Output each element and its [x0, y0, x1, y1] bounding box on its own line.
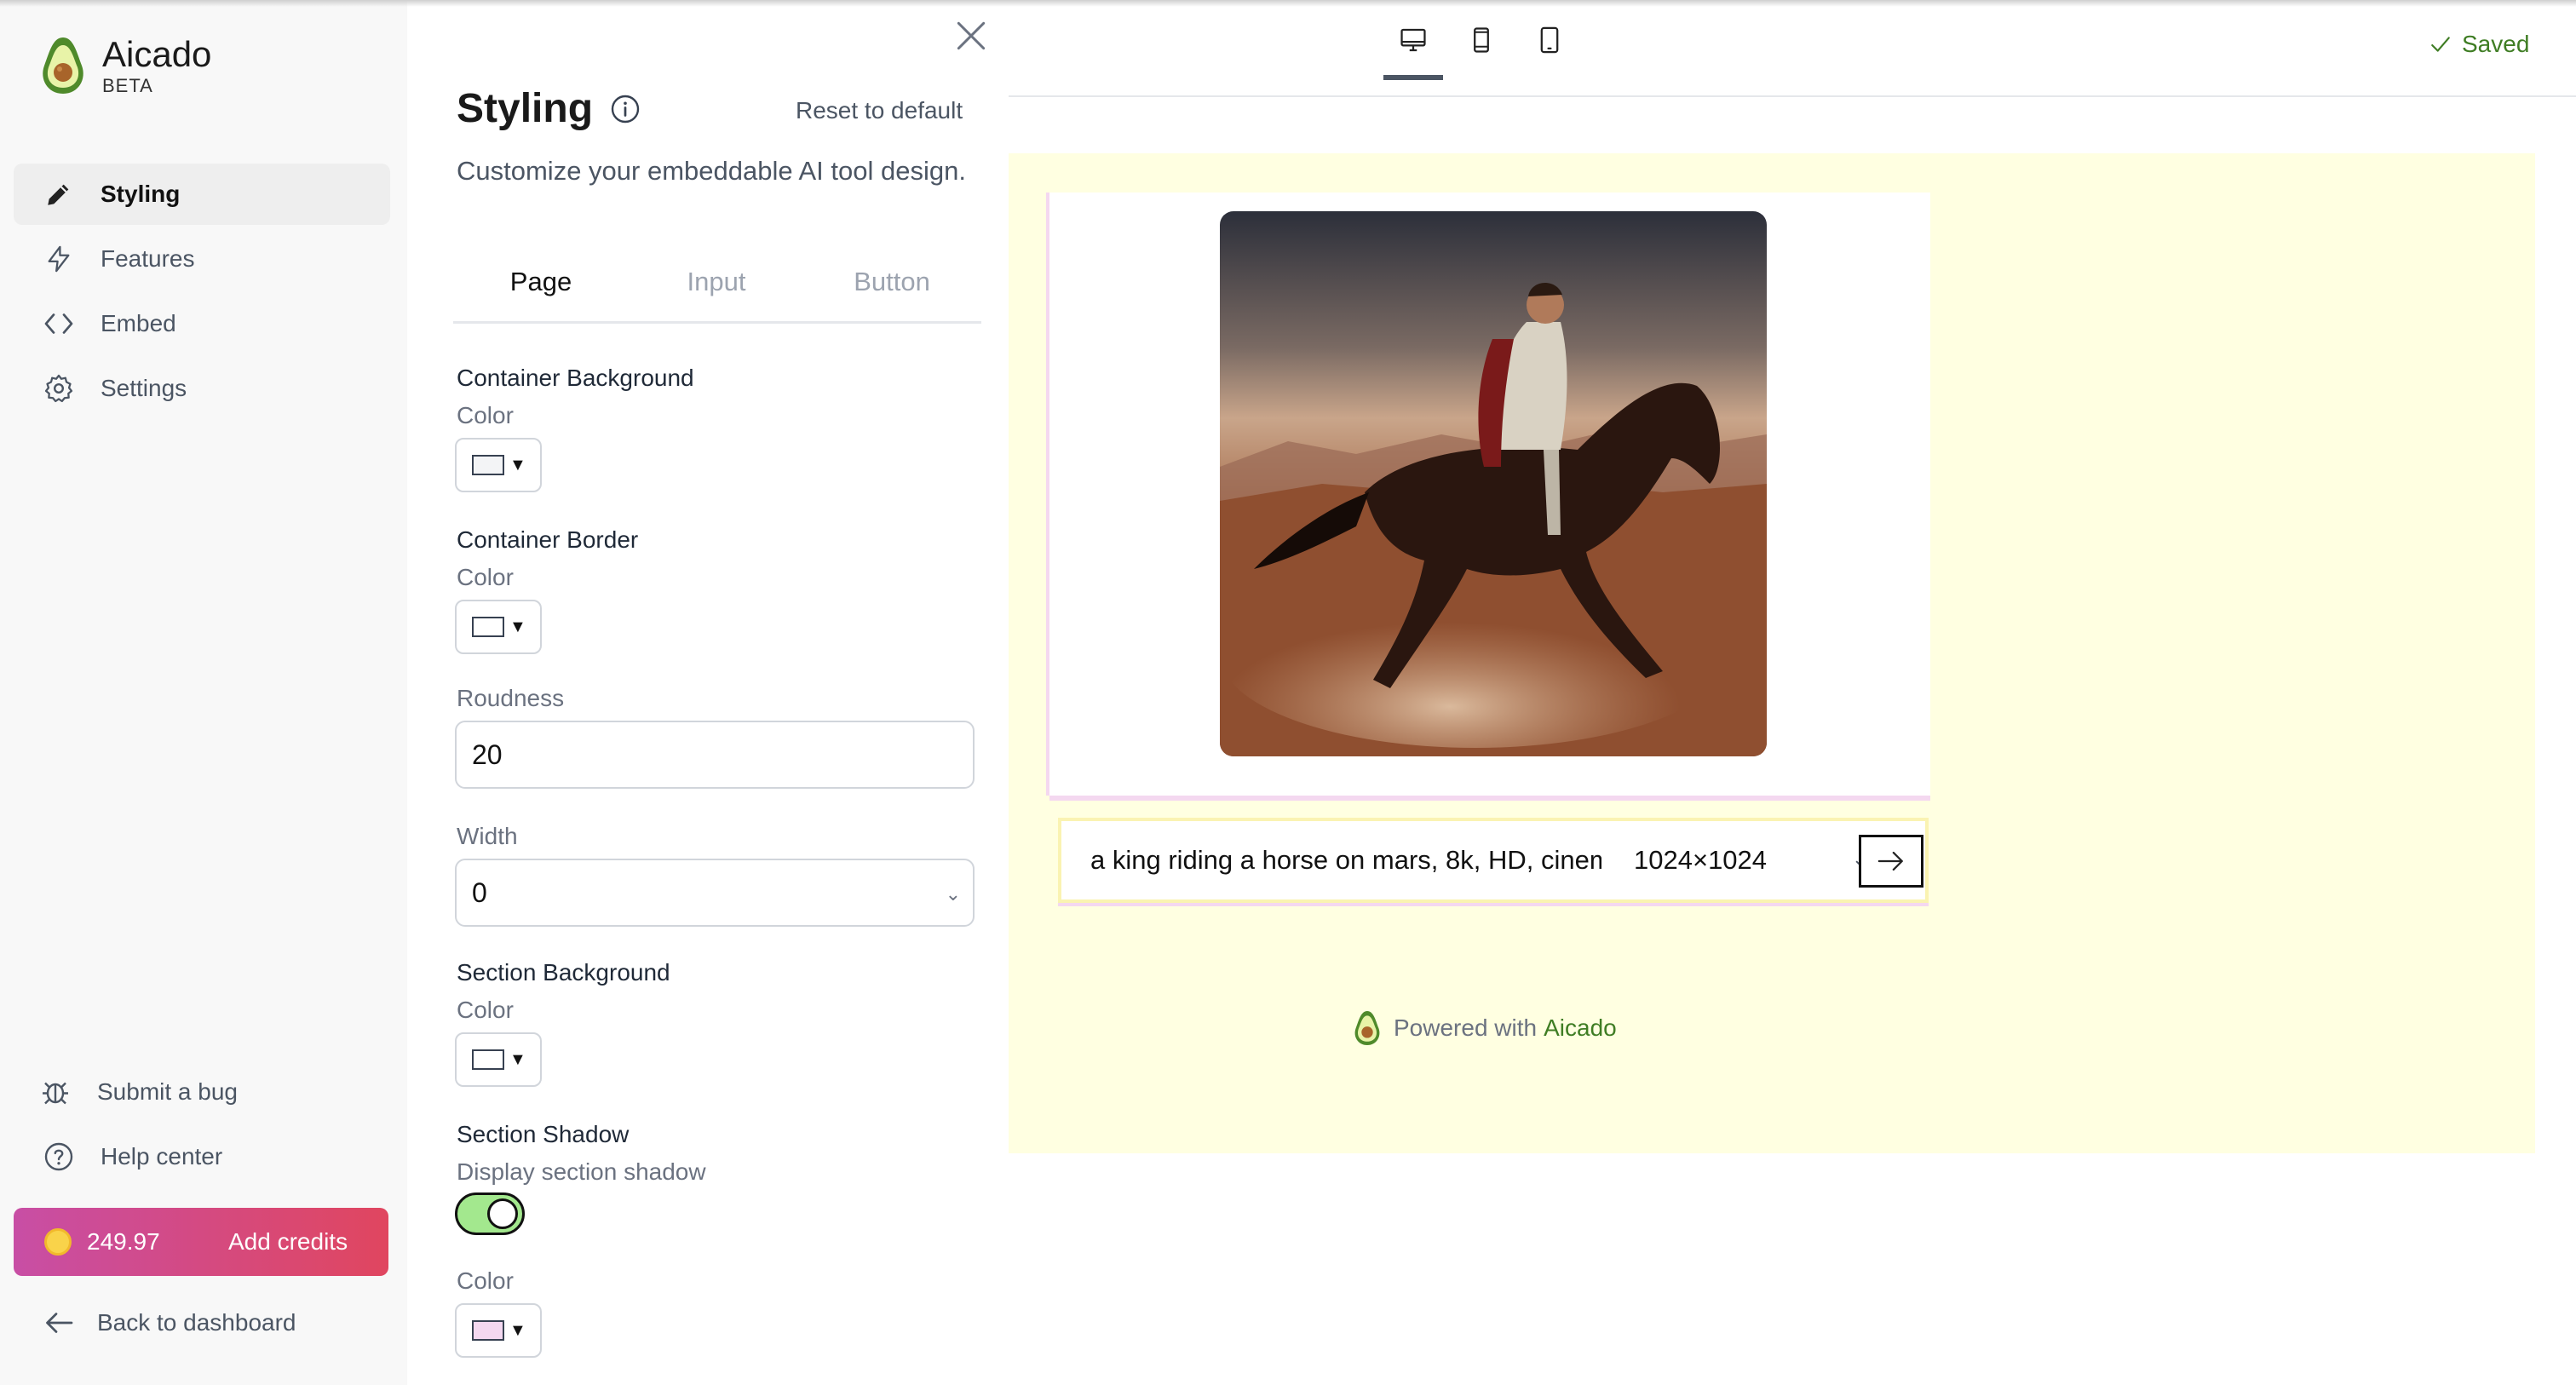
section-background-title: Section Background: [457, 959, 670, 986]
chevron-down-icon: ⌄: [945, 883, 961, 905]
section-shadow-toggle[interactable]: [455, 1192, 525, 1235]
submit-bug-label: Submit a bug: [97, 1078, 238, 1105]
avocado-logo-icon: [43, 37, 83, 94]
credits-bar[interactable]: 249.97 Add credits: [14, 1208, 388, 1276]
sidebar-bottom-nav: Submit a bug Help center: [14, 1061, 390, 1191]
reset-to-default-button[interactable]: Reset to default: [796, 97, 963, 124]
mobile-view-button[interactable]: [1452, 26, 1511, 80]
styling-panel: Styling Reset to default Customize your …: [407, 0, 1009, 1385]
width-label: Width: [457, 823, 518, 849]
caret-down-icon: ▼: [509, 1320, 526, 1340]
sidebar-item-label: Features: [101, 245, 195, 272]
sidebar-item-label: Styling: [101, 181, 181, 207]
gear-icon: [43, 372, 75, 405]
checkmark-icon: [2431, 37, 2450, 52]
preview-toolbar: Saved: [1009, 0, 2576, 97]
preview-canvas: a king riding a horse on mars, 8k, HD, c…: [1009, 153, 2535, 1153]
back-to-dashboard-link[interactable]: Back to dashboard: [43, 1307, 296, 1339]
tablet-icon: [1540, 26, 1559, 54]
section-shadow-title: Section Shadow: [457, 1121, 630, 1147]
roundness-input[interactable]: 20: [455, 721, 975, 789]
sidebar-item-label: Embed: [101, 310, 176, 336]
close-icon[interactable]: [952, 17, 990, 55]
sidebar-item-settings[interactable]: Settings: [14, 358, 390, 419]
lightning-icon: [43, 243, 75, 275]
credits-balance: 249.97: [87, 1228, 160, 1255]
bug-icon: [39, 1076, 72, 1108]
brand[interactable]: Aicado BETA: [39, 34, 211, 97]
desktop-view-button[interactable]: [1383, 26, 1443, 80]
container-border-color-picker[interactable]: ▼: [455, 600, 542, 654]
avocado-logo-icon: [1354, 1010, 1380, 1046]
pencil-icon: [43, 178, 75, 210]
back-to-dashboard-label: Back to dashboard: [97, 1309, 296, 1336]
result-container: [1049, 193, 1930, 796]
brand-name: Aicado: [102, 34, 212, 74]
help-icon: [43, 1141, 75, 1173]
saved-status: Saved: [2429, 31, 2529, 58]
desktop-icon: [1400, 28, 1426, 52]
saved-label: Saved: [2462, 31, 2530, 57]
tab-button[interactable]: Button: [804, 256, 980, 321]
tab-page[interactable]: Page: [453, 256, 629, 321]
coin-icon: [44, 1228, 72, 1256]
caret-down-icon: ▼: [509, 1049, 526, 1069]
prompt-input[interactable]: a king riding a horse on mars, 8k, HD, c…: [1090, 845, 1601, 879]
image-size-select[interactable]: 1024×1024: [1634, 845, 1767, 876]
styling-tabs: Page Input Button: [453, 256, 981, 324]
container-border-title: Container Border: [457, 526, 639, 553]
help-center-label: Help center: [101, 1143, 223, 1169]
roundness-label: Roudness: [457, 685, 565, 711]
toggle-knob: [487, 1198, 518, 1229]
container-border-sublabel: Color: [457, 564, 514, 590]
info-icon[interactable]: [610, 94, 641, 124]
caret-down-icon: ▼: [509, 617, 526, 636]
help-center-link[interactable]: Help center: [14, 1126, 390, 1187]
color-swatch: [472, 455, 504, 475]
panel-description: Customize your embeddable AI tool design…: [457, 156, 966, 186]
color-swatch: [472, 1049, 504, 1070]
page-title: Styling: [457, 86, 594, 131]
color-swatch: [472, 1320, 504, 1341]
container-background-color-picker[interactable]: ▼: [455, 438, 542, 492]
width-select[interactable]: 0 ⌄: [455, 859, 975, 927]
app-root: Aicado BETA Styling Features Embed Setti…: [0, 0, 2576, 1385]
powered-prefix: Powered with: [1394, 1014, 1538, 1041]
sidebar-item-embed[interactable]: Embed: [14, 293, 390, 354]
code-icon: [43, 307, 75, 340]
sidebar-item-label: Settings: [101, 375, 187, 401]
powered-by[interactable]: Powered with Aicado: [1353, 1009, 1617, 1048]
sidebar: Aicado BETA Styling Features Embed Setti…: [0, 0, 407, 1385]
tab-input[interactable]: Input: [629, 256, 804, 321]
tablet-view-button[interactable]: [1520, 26, 1579, 80]
sidebar-item-features[interactable]: Features: [14, 228, 390, 290]
mobile-icon: [1474, 27, 1489, 53]
color-swatch: [472, 617, 504, 637]
arrow-right-icon: [1877, 851, 1903, 871]
container-background-sublabel: Color: [457, 402, 514, 428]
shadow-color-label: Color: [457, 1267, 514, 1294]
arrow-left-icon: [43, 1307, 75, 1339]
section-shadow-sublabel: Display section shadow: [457, 1158, 706, 1185]
sidebar-nav: Styling Features Embed Settings: [14, 164, 390, 422]
beta-badge: BETA: [102, 75, 153, 96]
add-credits-button[interactable]: Add credits: [228, 1228, 348, 1256]
generated-image[interactable]: [1220, 211, 1767, 756]
container-background-title: Container Background: [457, 365, 694, 391]
prompt-bar: a king riding a horse on mars, 8k, HD, c…: [1058, 818, 1929, 903]
section-background-sublabel: Color: [457, 997, 514, 1023]
section-background-color-picker[interactable]: ▼: [455, 1032, 542, 1087]
shadow-color-picker[interactable]: ▼: [455, 1303, 542, 1358]
top-shadow: [0, 0, 2576, 7]
caret-down-icon: ▼: [509, 455, 526, 474]
sidebar-item-styling[interactable]: Styling: [14, 164, 390, 225]
submit-bug-link[interactable]: Submit a bug: [14, 1061, 390, 1123]
width-select-value: 0: [472, 877, 487, 908]
powered-brand-link[interactable]: Aicado: [1544, 1014, 1617, 1042]
generate-button[interactable]: [1859, 835, 1923, 888]
